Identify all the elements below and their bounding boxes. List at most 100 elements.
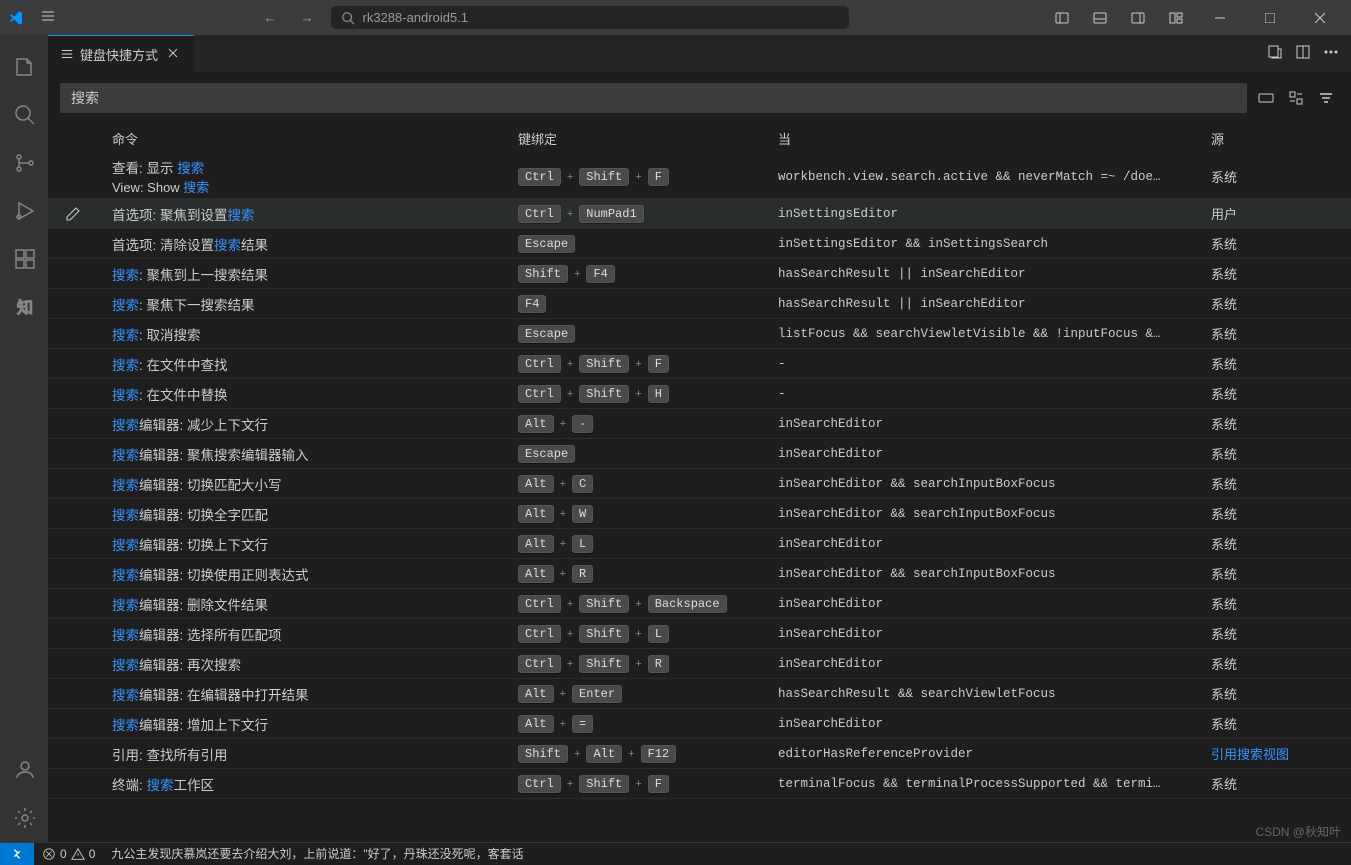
window-close-button[interactable] xyxy=(1297,0,1343,35)
window-maximize-button[interactable] xyxy=(1247,0,1293,35)
keybinding-row[interactable]: 搜索编辑器: 再次搜索Ctrl+Shift+RinSearchEditor系统 xyxy=(48,649,1351,679)
nav-forward-button[interactable]: → xyxy=(293,6,322,29)
keybinding-row[interactable]: 搜索编辑器: 切换上下文行Alt+LinSearchEditor系统 xyxy=(48,529,1351,559)
activity-source-control[interactable] xyxy=(0,139,48,187)
source-cell: 系统 xyxy=(1203,444,1351,463)
keybinding-row[interactable]: 终端: 搜索工作区Ctrl+Shift+FterminalFocus && te… xyxy=(48,769,1351,799)
keybinding-cell: Ctrl+Shift+Backspace xyxy=(518,595,778,613)
tab-keyboard-shortcuts[interactable]: 键盘快捷方式 xyxy=(48,35,194,73)
keybinding-row[interactable]: 搜索: 在文件中替换Ctrl+Shift+H-系统 xyxy=(48,379,1351,409)
source-cell: 系统 xyxy=(1203,354,1351,373)
keybinding-row[interactable]: 搜索编辑器: 增加上下文行Alt+=inSearchEditor系统 xyxy=(48,709,1351,739)
titlebar: ← → rk3288-android5.1 xyxy=(0,0,1351,35)
nav-back-button[interactable]: ← xyxy=(256,6,285,29)
keybinding-row[interactable]: 搜索编辑器: 聚焦搜索编辑器输入EscapeinSearchEditor系统 xyxy=(48,439,1351,469)
command-cell: 搜索编辑器: 切换匹配大小写 xyxy=(98,474,518,494)
edit-icon[interactable] xyxy=(65,206,81,222)
keybinding-cell: Shift+Alt+F12 xyxy=(518,745,778,763)
activity-search[interactable] xyxy=(0,91,48,139)
command-cell: 搜索: 聚焦下一搜索结果 xyxy=(98,294,518,314)
when-cell: inSettingsEditor && inSettingsSearch xyxy=(778,237,1203,251)
keybinding-cell: Ctrl+NumPad1 xyxy=(518,205,778,223)
keybinding-row[interactable]: 搜索编辑器: 选择所有匹配项Ctrl+Shift+LinSearchEditor… xyxy=(48,619,1351,649)
activity-accounts[interactable] xyxy=(0,746,48,794)
when-cell: inSearchEditor && searchInputBoxFocus xyxy=(778,507,1203,521)
svg-text:知: 知 xyxy=(17,299,33,317)
sort-precedence-button[interactable] xyxy=(1283,85,1309,111)
source-cell: 系统 xyxy=(1203,654,1351,673)
keybinding-row[interactable]: 搜索编辑器: 删除文件结果Ctrl+Shift+BackspaceinSearc… xyxy=(48,589,1351,619)
layout-bottom-icon[interactable] xyxy=(1083,4,1117,32)
activity-zhihu[interactable]: 知 xyxy=(0,283,48,331)
activity-explorer[interactable] xyxy=(0,43,48,91)
layout-right-icon[interactable] xyxy=(1121,4,1155,32)
when-cell: inSearchEditor xyxy=(778,717,1203,731)
when-cell: inSearchEditor xyxy=(778,627,1203,641)
keybinding-row[interactable]: 查看: 显示 搜索View: Show 搜索Ctrl+Shift+Fworkbe… xyxy=(48,155,1351,199)
hamburger-icon xyxy=(60,47,74,61)
keybinding-row[interactable]: 搜索编辑器: 在编辑器中打开结果Alt+EnterhasSearchResult… xyxy=(48,679,1351,709)
when-cell: hasSearchResult || inSearchEditor xyxy=(778,267,1203,281)
watermark: CSDN @秋知叶 xyxy=(1255,823,1341,840)
split-editor-button[interactable] xyxy=(1295,44,1311,63)
header-command[interactable]: 命令 xyxy=(98,129,518,148)
command-cell: 搜索编辑器: 聚焦搜索编辑器输入 xyxy=(98,444,518,464)
keybinding-row[interactable]: 搜索: 聚焦到上一搜索结果Shift+F4hasSearchResult || … xyxy=(48,259,1351,289)
keybinding-cell: Ctrl+Shift+F xyxy=(518,775,778,793)
header-when[interactable]: 当 xyxy=(778,129,1203,148)
keybinding-row[interactable]: 搜索: 取消搜索EscapelistFocus && searchViewlet… xyxy=(48,319,1351,349)
source-cell: 用户 xyxy=(1203,204,1351,223)
keybinding-row[interactable]: 首选项: 聚焦到设置搜索Ctrl+NumPad1inSettingsEditor… xyxy=(48,199,1351,229)
activity-run-debug[interactable] xyxy=(0,187,48,235)
layout-left-icon[interactable] xyxy=(1045,4,1079,32)
keybinding-search-input[interactable] xyxy=(60,83,1247,113)
command-cell: 搜索: 聚焦到上一搜索结果 xyxy=(98,264,518,284)
header-source[interactable]: 源 xyxy=(1203,129,1351,148)
status-problems[interactable]: 0 0 xyxy=(34,847,103,861)
activity-extensions[interactable] xyxy=(0,235,48,283)
hamburger-menu-icon[interactable] xyxy=(36,4,60,31)
keybinding-row[interactable]: 首选项: 清除设置搜索结果EscapeinSettingsEditor && i… xyxy=(48,229,1351,259)
keybinding-row[interactable]: 搜索编辑器: 减少上下文行Alt+-inSearchEditor系统 xyxy=(48,409,1351,439)
keybindings-table[interactable]: 查看: 显示 搜索View: Show 搜索 Ctrl+Shift+F workbe… xyxy=(48,155,1351,842)
command-search-box[interactable]: rk3288-android5.1 xyxy=(330,5,850,30)
command-cell: 搜索编辑器: 减少上下文行 xyxy=(98,414,518,434)
command-cell: 搜索编辑器: 删除文件结果 xyxy=(98,594,518,614)
when-cell: hasSearchResult && searchViewletFocus xyxy=(778,687,1203,701)
source-cell: 系统 xyxy=(1203,474,1351,493)
source-cell: 系统 xyxy=(1203,564,1351,583)
keybinding-cell: Alt+Enter xyxy=(518,685,778,703)
keybinding-cell: Escape xyxy=(518,325,778,343)
when-cell: hasSearchResult || inSearchEditor xyxy=(778,297,1203,311)
error-icon xyxy=(42,847,56,861)
keybinding-row[interactable]: 搜索编辑器: 切换使用正则表达式Alt+RinSearchEditor && s… xyxy=(48,559,1351,589)
layout-customize-icon[interactable] xyxy=(1159,4,1193,32)
when-cell: inSearchEditor && searchInputBoxFocus xyxy=(778,567,1203,581)
when-cell: workbench.view.search.active && neverMat… xyxy=(778,170,1203,184)
window-minimize-button[interactable] xyxy=(1197,0,1243,35)
source-cell: 引用搜索视图 xyxy=(1203,744,1351,763)
when-cell: inSettingsEditor xyxy=(778,207,1203,221)
keybinding-cell: Ctrl+Shift+H xyxy=(518,385,778,403)
activity-bar: 知 xyxy=(0,35,48,842)
open-json-button[interactable] xyxy=(1267,44,1283,63)
keybinding-row[interactable]: 搜索编辑器: 切换匹配大小写Alt+CinSearchEditor && sea… xyxy=(48,469,1351,499)
header-keybinding[interactable]: 键绑定 xyxy=(518,129,778,148)
keybinding-row[interactable]: 搜索: 在文件中查找Ctrl+Shift+F-系统 xyxy=(48,349,1351,379)
tab-close-button[interactable] xyxy=(164,44,182,65)
keybinding-row[interactable]: 搜索编辑器: 切换全字匹配Alt+WinSearchEditor && sear… xyxy=(48,499,1351,529)
keybinding-row[interactable]: 引用: 查找所有引用Shift+Alt+F12editorHasReferenc… xyxy=(48,739,1351,769)
record-keys-button[interactable] xyxy=(1253,85,1279,111)
source-cell: 系统 xyxy=(1203,594,1351,613)
command-cell: 查看: 显示 搜索View: Show 搜索 xyxy=(98,157,518,196)
source-cell: 系统 xyxy=(1203,774,1351,793)
status-bar: 0 0 九公主发现庆慕岚还要去介绍大刘，上前说道："好了，丹珠还没死呢，客套话 xyxy=(0,842,1351,864)
activity-settings[interactable] xyxy=(0,794,48,842)
filter-button[interactable] xyxy=(1313,85,1339,111)
tab-bar: 键盘快捷方式 xyxy=(48,35,1351,73)
more-actions-button[interactable] xyxy=(1323,44,1339,63)
when-cell: terminalFocus && terminalProcessSupporte… xyxy=(778,777,1203,791)
keybinding-row[interactable]: 搜索: 聚焦下一搜索结果F4hasSearchResult || inSearc… xyxy=(48,289,1351,319)
when-cell: inSearchEditor && searchInputBoxFocus xyxy=(778,477,1203,491)
status-remote-button[interactable] xyxy=(0,843,34,865)
